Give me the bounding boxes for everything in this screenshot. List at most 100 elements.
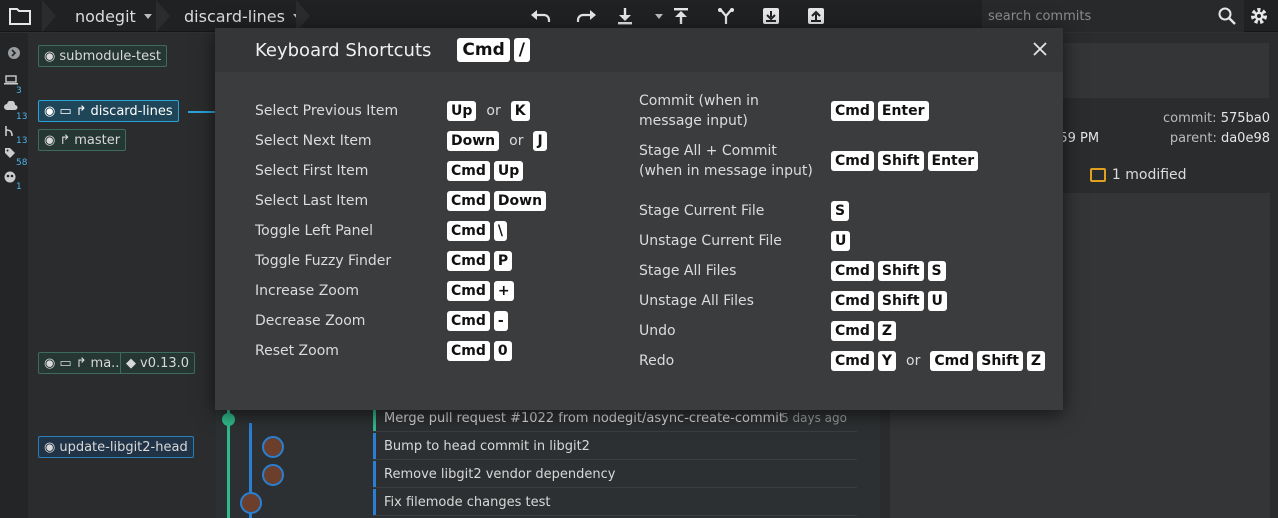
key: Shift [877, 261, 924, 281]
folder-icon[interactable] [8, 4, 32, 28]
key: Cmd [447, 311, 490, 331]
ref-label: ma... [90, 355, 124, 371]
commit-message: Merge pull request #1022 from nodegit/as… [384, 410, 784, 426]
key: Shift [877, 151, 924, 171]
key: Down [493, 191, 547, 211]
repo-name: nodegit [75, 6, 136, 26]
key: S [831, 201, 850, 221]
shortcut-label: Select Last Item [255, 193, 369, 209]
key: P [493, 251, 513, 271]
shortcut-list: Select Previous Item Up or K Select Next Ite… [215, 28, 1063, 410]
github-icon: ◉ [44, 439, 56, 455]
or-separator: or [509, 133, 524, 149]
redo-icon[interactable] [574, 4, 598, 28]
details-header-box [1063, 43, 1269, 98]
shortcut-label: Undo [639, 323, 676, 339]
shortcut-keys: Cmd Up [447, 161, 527, 181]
breadcrumb-separator [42, 0, 60, 32]
key: + [493, 281, 514, 301]
shortcut-label: Unstage Current File [639, 233, 782, 249]
key: \ [493, 221, 508, 241]
breadcrumb-separator [156, 0, 174, 32]
submodules-icon[interactable]: 1 [4, 171, 28, 195]
parent-sha[interactable]: da0e98 [1221, 131, 1270, 146]
keyboard-shortcuts-modal: Keyboard Shortcuts Cmd / Select Previous… [215, 28, 1063, 410]
remote-branches-icon[interactable]: 13 [4, 100, 28, 125]
push-icon[interactable] [669, 4, 693, 28]
shortcut-label: Select Next Item [255, 133, 372, 149]
key: Shift [977, 351, 1023, 371]
avatar[interactable] [240, 492, 262, 514]
laptop-icon: ▭ [59, 355, 72, 371]
ref-connector-line [188, 111, 218, 113]
modified-count: 1 modified [1111, 167, 1187, 183]
tags-icon[interactable]: 58 [4, 147, 28, 171]
shortcut-keys: Cmd Down [447, 191, 550, 211]
pull-requests-icon[interactable]: 13 [4, 125, 28, 149]
ref-panel: ◉ submodule-test ◉ ▭ ↱ discard-lines ◉ ↱… [28, 33, 218, 518]
search-input[interactable] [982, 8, 1212, 24]
key: Cmd [831, 261, 874, 281]
undo-icon[interactable] [529, 4, 553, 28]
pull-icon[interactable] [613, 4, 637, 28]
key: J [533, 131, 547, 151]
chevron-down-icon [143, 13, 152, 19]
table-row[interactable]: Bump to head commit in libgit2 [373, 433, 857, 460]
shortcut-label: Reset Zoom [255, 343, 339, 359]
shortcut-keys: Cmd - [447, 311, 512, 331]
key: Cmd [447, 251, 490, 271]
local-branches-icon[interactable]: 3 [4, 75, 28, 99]
key: Cmd [930, 351, 974, 371]
key: Cmd [831, 321, 874, 341]
parent-label: parent: [1169, 131, 1217, 146]
key: U [927, 291, 947, 311]
ref-label: discard-lines [90, 103, 173, 119]
ref-update-libgit2-head[interactable]: ◉ update-libgit2-head [38, 436, 194, 458]
local-branches-count: 3 [16, 86, 22, 96]
shortcut-label: Toggle Left Panel [255, 223, 374, 239]
key: Down [447, 131, 500, 151]
left-rail: 3 13 13 58 1 [0, 33, 28, 518]
ref-master[interactable]: ◉ ↱ master [38, 129, 127, 151]
commit-message: Fix filemode changes test [384, 494, 551, 510]
key: Enter [927, 151, 979, 171]
changes-summary: d 1 modified [1055, 167, 1187, 183]
key: Enter [877, 101, 929, 121]
github-icon: ◉ [44, 48, 56, 64]
table-row[interactable]: Fix filemode changes test [373, 489, 857, 516]
shortcut-label: Select Previous Item [255, 103, 399, 119]
ref-submodule-test[interactable]: ◉ submodule-test [38, 45, 167, 67]
commit-message: Bump to head commit in libgit2 [384, 438, 590, 454]
pull-requests-count: 13 [16, 136, 28, 146]
stash-icon[interactable] [759, 4, 783, 28]
pull-request-icon: ↱ [59, 132, 71, 148]
ref-label: v0.13.0 [140, 355, 190, 371]
shortcut-keys: Cmd Shift S [831, 261, 950, 281]
table-row[interactable]: Remove libgit2 vendor dependency [373, 461, 857, 488]
key: Up [493, 161, 524, 181]
avatar[interactable] [262, 436, 284, 458]
key: Y [877, 351, 897, 371]
ref-ma[interactable]: ◉ ▭ ↱ ma... [38, 352, 130, 374]
avatar[interactable] [262, 464, 284, 486]
ref-discard-lines[interactable]: ◉ ▭ ↱ discard-lines [38, 100, 179, 122]
pull-options-chevron-icon[interactable] [655, 14, 663, 19]
shortcut-keys: U [831, 231, 854, 251]
gear-icon[interactable] [1247, 4, 1271, 28]
commit-date: 5 days ago [781, 411, 847, 425]
branch-icon[interactable] [714, 4, 738, 28]
graph-node-merge[interactable] [222, 413, 235, 426]
key: Cmd [447, 341, 490, 361]
ref-label: update-libgit2-head [59, 439, 188, 455]
pop-stash-icon[interactable] [804, 4, 828, 28]
shortcut-label: Stage All + Commit (when in message inpu… [639, 143, 813, 179]
github-icon: ◉ [44, 355, 56, 371]
shortcut-keys: Cmd Z [831, 321, 900, 341]
or-separator: or [486, 103, 501, 119]
key: Cmd [447, 221, 490, 241]
commit-sha[interactable]: 575ba0 [1221, 111, 1270, 126]
shortcut-keys: Cmd 0 [447, 341, 516, 361]
repo-selector[interactable]: nodegit [75, 0, 152, 32]
ref-tag-v0130[interactable]: ◆ v0.13.0 [120, 352, 196, 374]
search-icon[interactable] [1218, 7, 1236, 29]
